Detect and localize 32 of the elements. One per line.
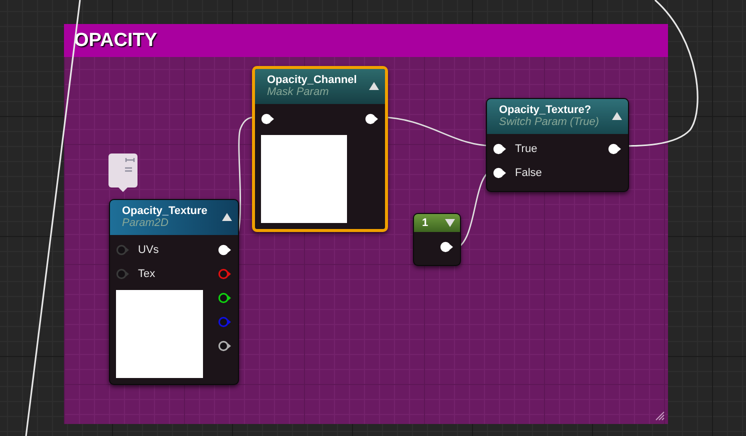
node-title: Opacity_Texture bbox=[122, 205, 208, 217]
pin-icon[interactable] bbox=[218, 292, 232, 304]
graph-node[interactable]: Opacity_Texture? Switch Param (True) True False bbox=[486, 98, 629, 192]
pin-icon[interactable] bbox=[261, 113, 275, 125]
dropdown-arrow-icon[interactable] bbox=[445, 219, 455, 227]
graph-node[interactable]: Opacity_Texture Param2D UVs Tex bbox=[109, 199, 239, 385]
pin-icon[interactable] bbox=[218, 244, 232, 256]
collapse-arrow-icon[interactable] bbox=[369, 82, 379, 90]
pin-icon[interactable] bbox=[365, 113, 379, 125]
pin-label: Tex bbox=[138, 268, 156, 280]
node-subtitle: Param2D bbox=[122, 217, 170, 229]
node-title: Opacity_Texture? bbox=[499, 104, 592, 116]
resize-grip-icon[interactable] bbox=[655, 411, 665, 421]
comment-title[interactable]: OPACITY bbox=[64, 24, 668, 57]
node-subtitle: Mask Param bbox=[267, 86, 330, 98]
collapse-arrow-icon[interactable] bbox=[612, 112, 622, 120]
graph-canvas[interactable]: OPACITY Opacity_Channel Mask Param Opacity_Texture? Switch Param (True) True False 1 Opacity_Texture Param2D UVs Tex bbox=[0, 0, 746, 436]
pin-icon[interactable] bbox=[440, 241, 454, 253]
node-title: 1 bbox=[422, 217, 428, 229]
graph-node[interactable]: Opacity_Channel Mask Param bbox=[252, 66, 388, 232]
collapse-arrow-icon[interactable] bbox=[222, 213, 232, 221]
pin-label: False bbox=[515, 167, 542, 179]
pin-icon[interactable] bbox=[608, 143, 622, 155]
pin-label: True bbox=[515, 143, 538, 155]
pin-icon[interactable] bbox=[493, 167, 507, 179]
pin-label: UVs bbox=[138, 244, 159, 256]
pin-icon[interactable] bbox=[218, 340, 232, 352]
node-subtitle: Switch Param (True) bbox=[499, 116, 600, 128]
note-icon bbox=[108, 153, 139, 193]
pin-icon[interactable] bbox=[493, 143, 507, 155]
node-title: Opacity_Channel bbox=[267, 74, 357, 86]
graph-node[interactable]: 1 bbox=[413, 213, 461, 266]
